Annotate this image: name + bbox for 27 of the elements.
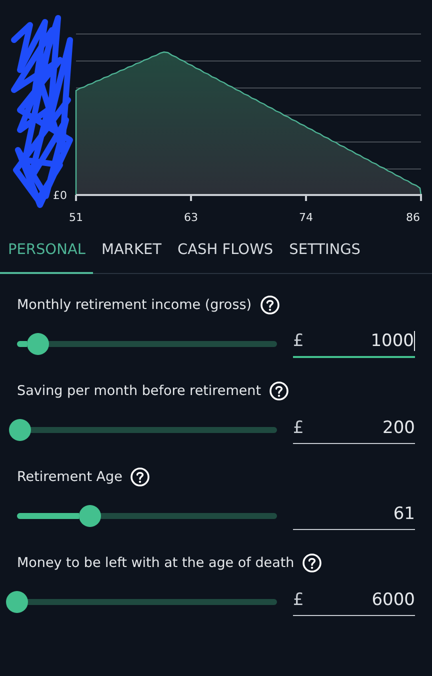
slider-fill [17,341,27,347]
input-field[interactable]: £ 6000 [293,588,415,616]
slider-thumb[interactable] [8,419,31,441]
help-icon[interactable] [302,553,322,573]
slider-thumb[interactable] [26,333,49,355]
input-field[interactable]: 61 [293,502,415,530]
slider-thumb[interactable] [6,591,28,613]
tab[interactable]: SETTINGS [281,232,369,274]
axis-label: 63 [184,211,198,224]
input-field[interactable]: £ 200 [293,416,415,444]
tab[interactable]: CASH FLOWS [170,232,282,274]
field-label: Saving per month before retirement [17,383,262,399]
axis-label: 74 [299,211,313,224]
field-label: Money to be left with at the age of death [17,555,294,571]
input-field[interactable]: £ 1000 [293,330,415,358]
slider-thumb[interactable] [78,505,101,527]
tab[interactable]: MARKET [93,232,170,274]
axis-label: £0 [53,189,67,202]
field-label: Monthly retirement income (gross) [17,297,252,313]
help-icon[interactable] [260,295,280,315]
field-label: Retirement Age [17,469,122,485]
axis-label: 51 [69,211,83,224]
help-icon[interactable] [130,467,150,487]
tab[interactable]: PERSONAL [0,232,94,274]
slider-fill [17,513,79,519]
axis-label: 86 [406,211,420,224]
help-icon[interactable] [269,381,290,401]
